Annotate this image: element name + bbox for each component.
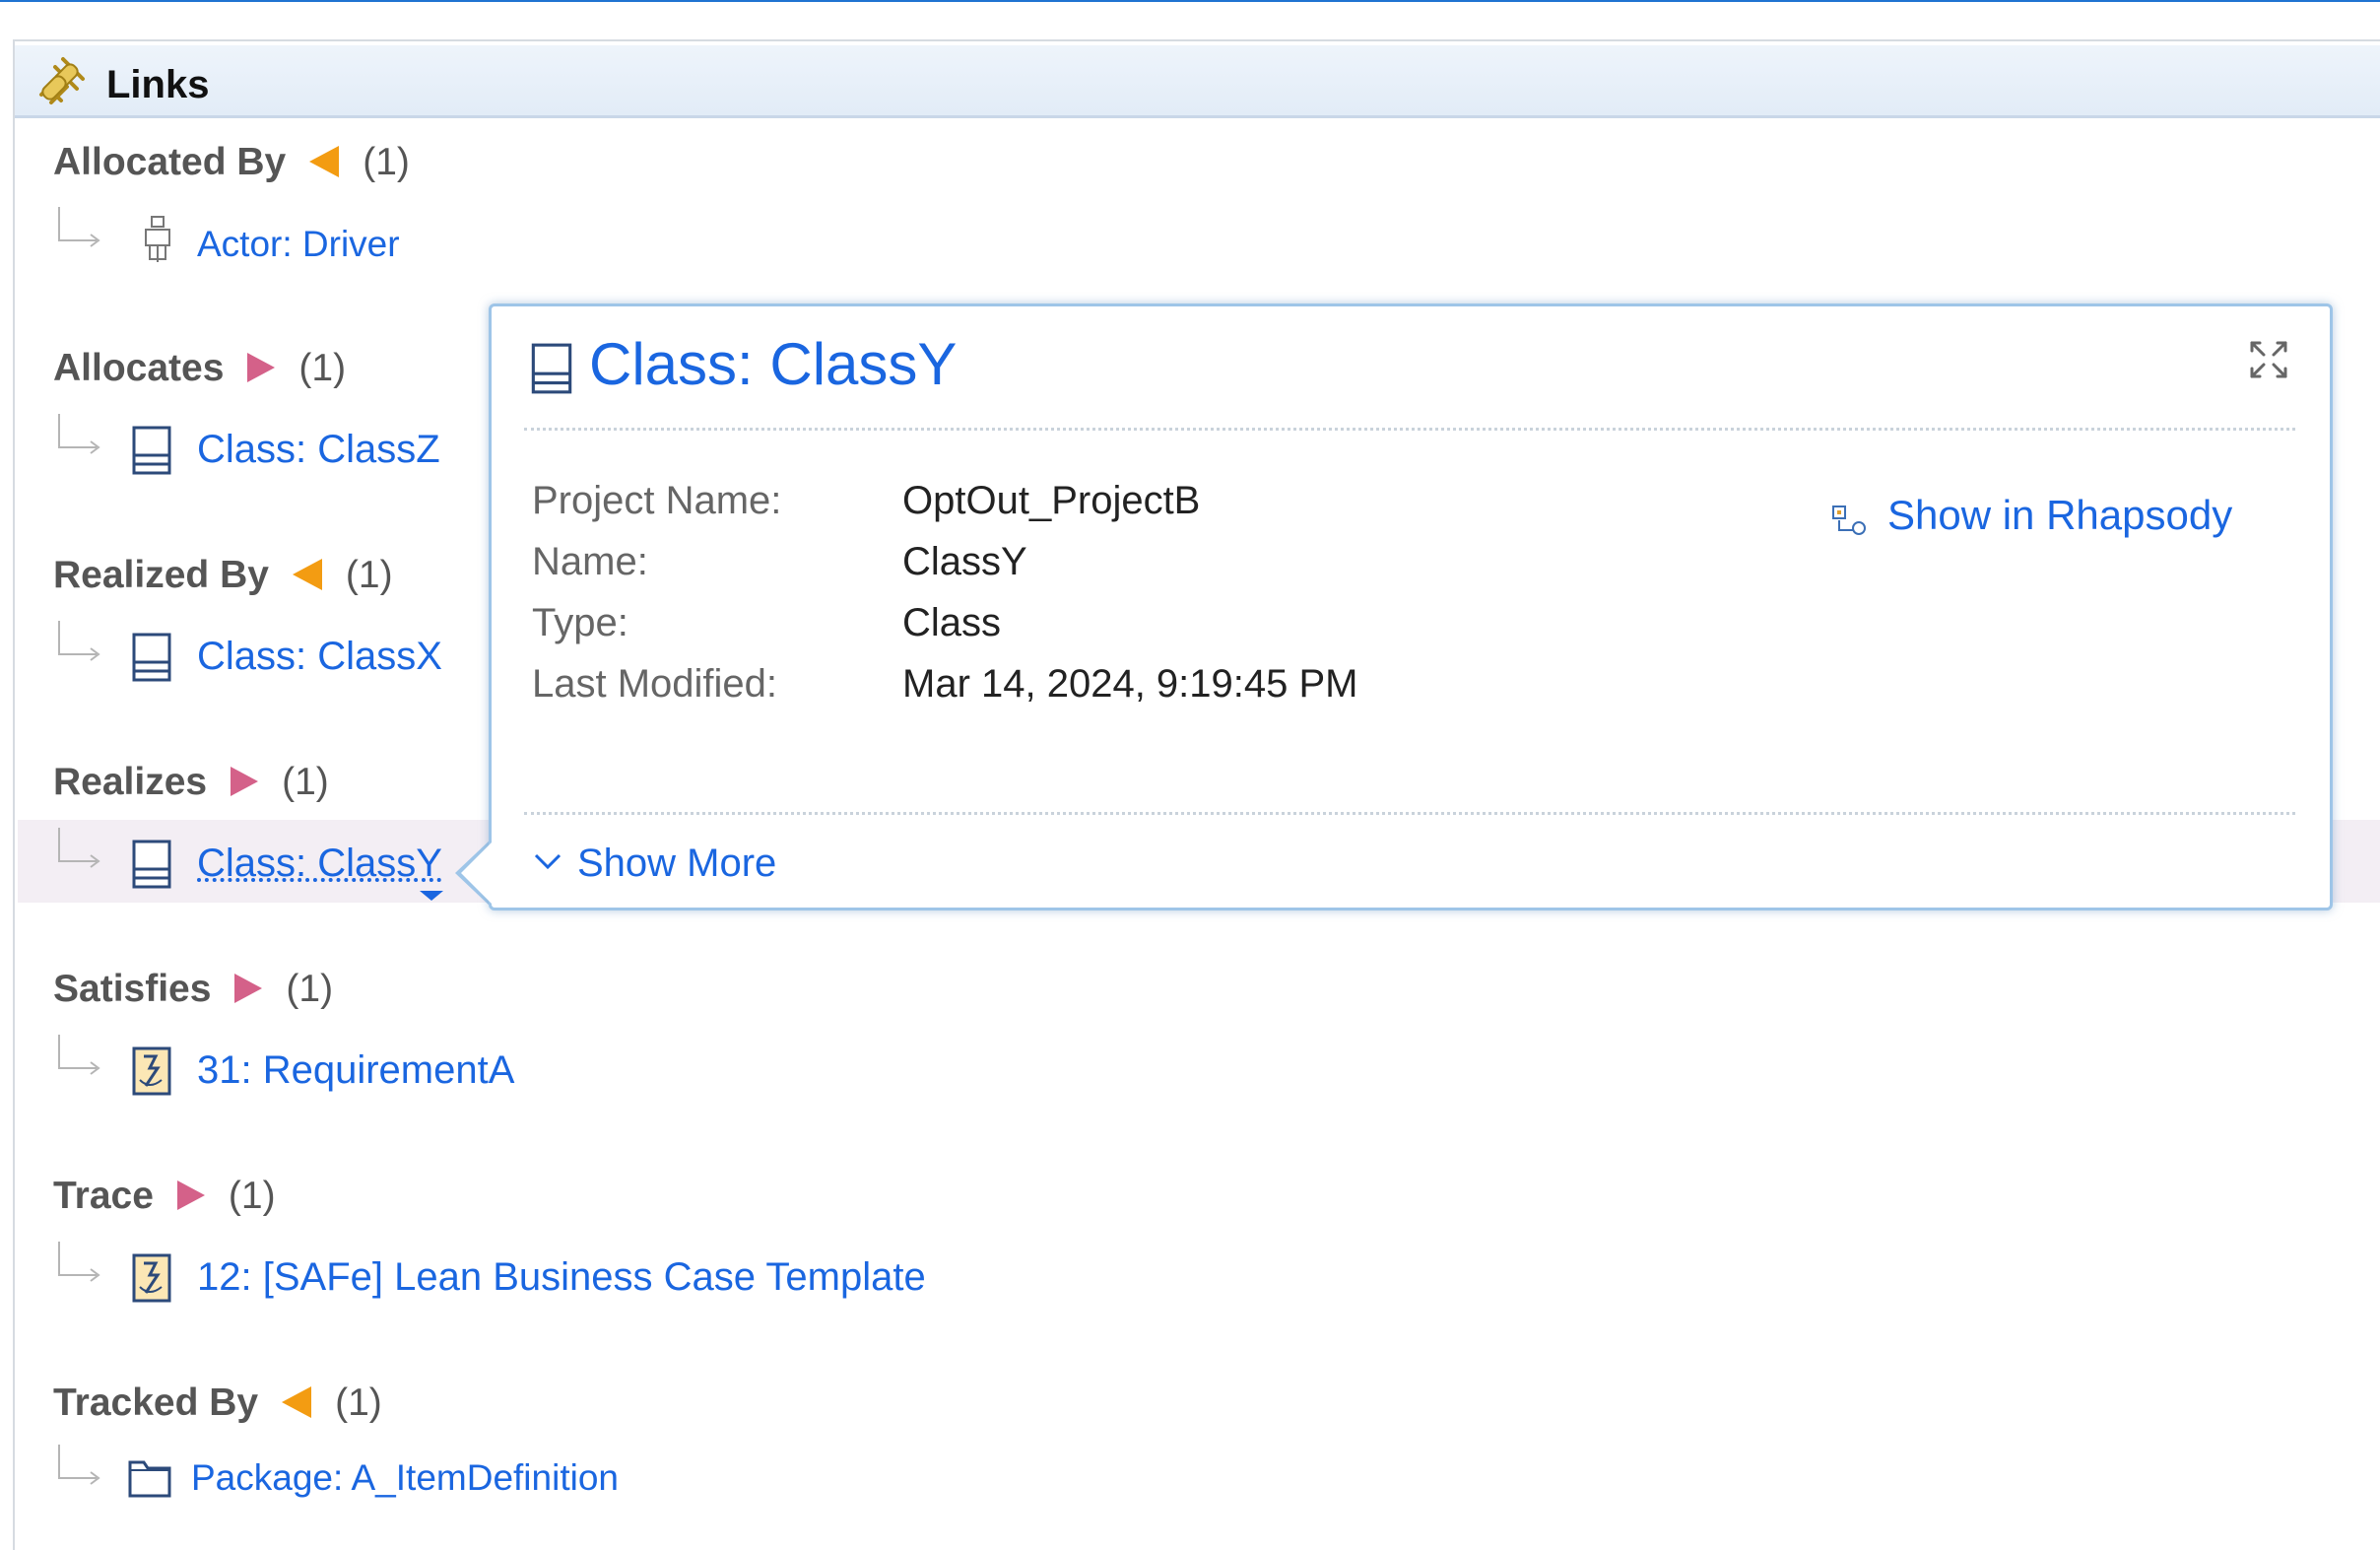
links-chain-icon bbox=[39, 57, 85, 104]
outgoing-arrow-icon bbox=[234, 973, 263, 1003]
dropdown-caret-icon[interactable] bbox=[418, 889, 445, 903]
class-icon bbox=[132, 426, 171, 475]
popup-pointer-inner bbox=[461, 842, 493, 905]
chevron-down-icon[interactable] bbox=[532, 849, 563, 873]
section-allocates: Allocates (1) bbox=[53, 345, 346, 392]
incoming-arrow-icon bbox=[292, 558, 322, 590]
requirement-icon bbox=[132, 1253, 171, 1303]
prop-value-project: OptOut_ProjectB bbox=[902, 479, 1201, 522]
outgoing-arrow-icon bbox=[176, 1179, 205, 1210]
section-count: (1) bbox=[335, 1382, 382, 1424]
tree-connector-icon bbox=[58, 1445, 100, 1485]
popup-divider-bottom bbox=[524, 812, 2295, 815]
incoming-arrow-icon bbox=[309, 145, 340, 177]
tree-connector-icon bbox=[58, 828, 100, 868]
section-satisfies: Satisfies (1) bbox=[53, 966, 333, 1013]
class-icon bbox=[132, 840, 171, 889]
section-label: Satisfies bbox=[53, 968, 212, 1010]
section-count: (1) bbox=[363, 141, 410, 183]
show-more-button[interactable]: Show More bbox=[577, 840, 776, 887]
panel-title: Links bbox=[106, 63, 210, 106]
section-tracked-by: Tracked By (1) bbox=[53, 1380, 382, 1427]
tree-connector-icon bbox=[58, 414, 100, 454]
outgoing-arrow-icon bbox=[231, 766, 259, 796]
section-label: Trace bbox=[53, 1175, 154, 1217]
section-label: Realized By bbox=[53, 554, 269, 596]
tree-connector-icon bbox=[58, 1035, 100, 1075]
section-realized-by: Realized By (1) bbox=[53, 552, 393, 599]
link-class-classx[interactable]: Class: ClassX bbox=[197, 633, 442, 680]
section-count: (1) bbox=[282, 761, 329, 803]
prop-label-type: Type: bbox=[532, 601, 628, 644]
prop-value-type: Class bbox=[902, 601, 1002, 644]
link-package-itemdefinition[interactable]: Package: A_ItemDefinition bbox=[191, 1454, 619, 1502]
links-panel-header bbox=[15, 45, 2380, 118]
package-icon bbox=[128, 1460, 171, 1498]
rhapsody-icon[interactable] bbox=[1829, 501, 1869, 538]
link-class-classy[interactable]: Class: ClassY bbox=[197, 840, 442, 887]
section-realizes: Realizes (1) bbox=[53, 759, 329, 806]
section-count: (1) bbox=[298, 347, 347, 389]
section-allocated-by: Allocated By (1) bbox=[53, 139, 410, 186]
link-lean-business-case[interactable]: 12: [SAFe] Lean Business Case Template bbox=[197, 1253, 926, 1301]
top-accent-line bbox=[0, 0, 2380, 2]
link-requirement-a[interactable]: 31: RequirementA bbox=[197, 1046, 514, 1094]
popup-divider-top bbox=[524, 428, 2295, 431]
section-label: Realizes bbox=[53, 761, 208, 803]
requirement-icon bbox=[132, 1046, 171, 1096]
section-label: Allocates bbox=[53, 347, 225, 389]
section-count: (1) bbox=[286, 968, 334, 1010]
incoming-arrow-icon bbox=[282, 1385, 312, 1418]
tree-connector-icon bbox=[58, 207, 100, 247]
section-label: Tracked By bbox=[53, 1382, 259, 1424]
section-count: (1) bbox=[228, 1175, 276, 1217]
tree-connector-icon bbox=[58, 1242, 100, 1282]
section-trace: Trace (1) bbox=[53, 1173, 276, 1220]
section-label: Allocated By bbox=[53, 141, 287, 183]
prop-label-project: Project Name: bbox=[532, 479, 782, 522]
section-count: (1) bbox=[345, 554, 393, 596]
tree-connector-icon bbox=[58, 621, 100, 661]
popup-title[interactable]: Class: ClassY bbox=[589, 329, 957, 400]
outgoing-arrow-icon bbox=[247, 352, 276, 382]
class-icon bbox=[531, 343, 572, 394]
show-in-rhapsody-link[interactable]: Show in Rhapsody bbox=[1887, 490, 2232, 541]
prop-label-name: Name: bbox=[532, 540, 648, 583]
class-icon bbox=[132, 633, 171, 682]
link-class-classz[interactable]: Class: ClassZ bbox=[197, 426, 440, 473]
prop-value-name: ClassY bbox=[902, 540, 1027, 583]
prop-value-last-modified: Mar 14, 2024, 9:19:45 PM bbox=[902, 662, 1358, 706]
link-actor-driver[interactable]: Actor: Driver bbox=[197, 221, 400, 268]
prop-label-last-modified: Last Modified: bbox=[532, 662, 778, 706]
close-icon[interactable] bbox=[2248, 339, 2289, 380]
actor-icon bbox=[145, 216, 170, 262]
